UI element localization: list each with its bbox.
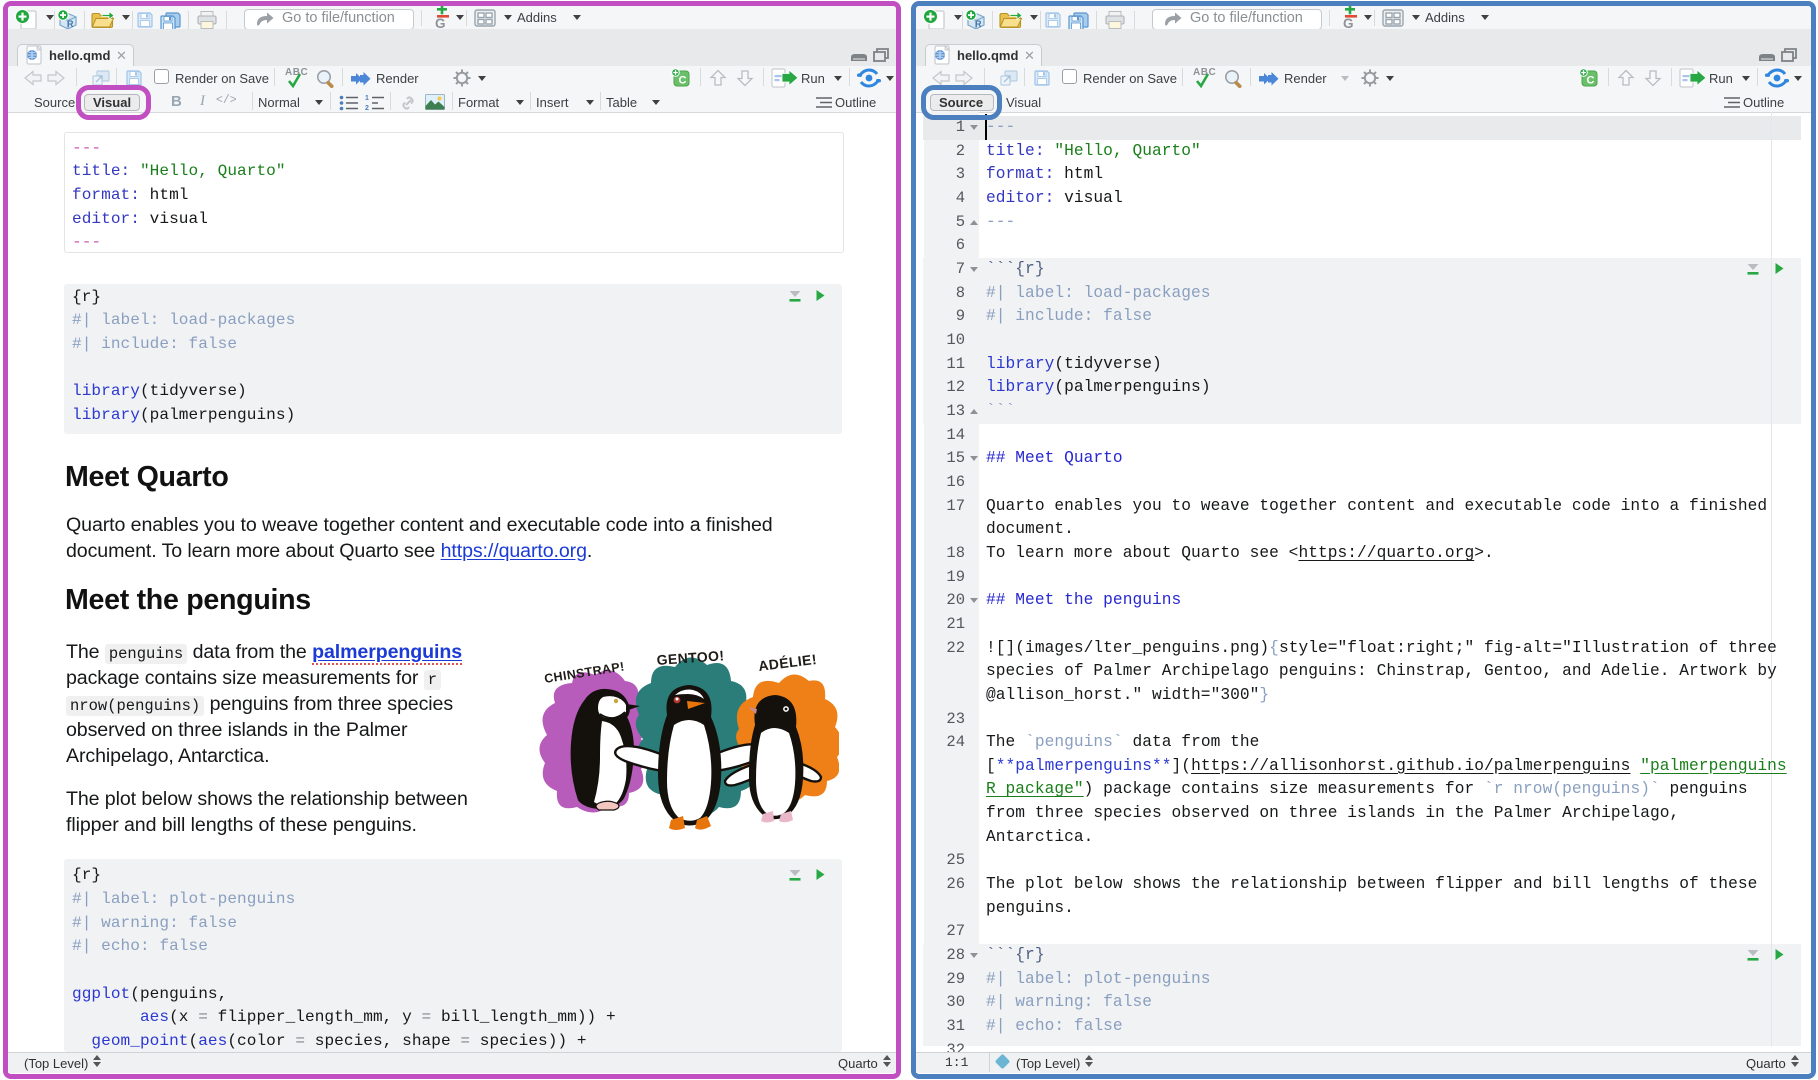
svg-text:R: R <box>975 19 982 29</box>
svg-text:R: R <box>67 19 74 29</box>
svg-text:G: G <box>435 16 446 30</box>
svg-text:1: 1 <box>365 95 369 102</box>
svg-text:C: C <box>679 75 687 87</box>
svg-text:ADÉLIE!: ADÉLIE! <box>757 651 817 674</box>
svg-text:C: C <box>1587 75 1595 87</box>
svg-text:ABC: ABC <box>285 67 308 78</box>
svg-text:2: 2 <box>365 105 369 112</box>
svg-text:ABC: ABC <box>1193 67 1216 78</box>
svg-text:G: G <box>1343 16 1354 30</box>
